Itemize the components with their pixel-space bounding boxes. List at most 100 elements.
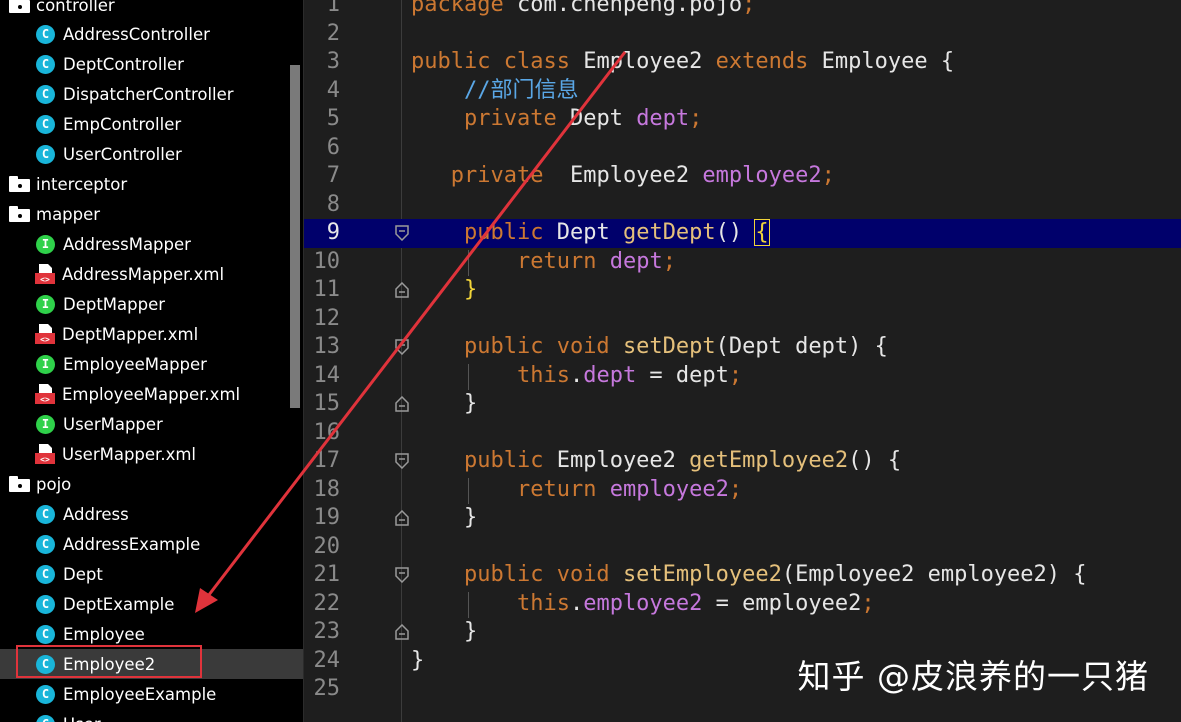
line-number: 19 [313,505,341,530]
code-line[interactable]: 9 public Dept getDept() { [304,219,1181,248]
code-line[interactable]: 3 public class Employee2 extends Employee… [304,48,1181,77]
code-text: public class Employee2 extends Employee … [411,49,955,74]
tree-file[interactable]: C EmployeeExample [0,679,303,709]
tree-item-label: UserController [63,144,182,164]
class-icon: C [36,504,55,524]
tree-file[interactable]: <> DeptMapper.xml [0,319,303,349]
line-number: 8 [326,191,340,217]
code-text: public Employee2 getEmployee2() { [463,448,902,473]
code-line[interactable]: 7 private Employee2 employee2; [304,162,1181,191]
class-icon: C [36,24,55,44]
line-number: 2 [326,20,340,46]
code-line[interactable]: 1 package com.chenpeng.pojo; [304,0,1181,20]
line-number: 25 [313,676,341,701]
tree-item-label: interceptor [36,174,128,194]
code-line[interactable]: 20 [304,533,1181,562]
fold-collapse-icon[interactable] [395,453,409,469]
code-line[interactable]: 8 [304,191,1181,220]
svg-text:<>: <> [40,275,50,284]
code-line[interactable]: 23 } [304,618,1181,647]
tree-file[interactable]: I AddressMapper [0,229,303,259]
code-line[interactable]: 10 return dept; [304,248,1181,277]
code-line[interactable]: 15 } [304,390,1181,419]
code-line[interactable]: 14 this.dept = dept; [304,362,1181,391]
code-text: public void setDept(Dept dept) { [463,334,888,359]
code-line[interactable]: 2 [304,20,1181,49]
line-number: 9 [326,220,340,245]
code-text: //部门信息 [463,77,579,103]
tree-folder[interactable]: interceptor [0,169,303,199]
fold-end-icon[interactable] [395,282,409,298]
interface-icon: I [36,294,55,314]
code-line[interactable]: 13 public void setDept(Dept dept) { [304,333,1181,362]
tree-file[interactable]: <> UserMapper.xml [0,439,303,469]
fold-collapse-icon[interactable] [395,567,409,583]
fold-end-icon[interactable] [395,510,409,526]
line-number: 6 [326,134,340,160]
line-number: 4 [326,77,340,103]
fold-collapse-icon[interactable] [395,339,409,355]
tree-file[interactable]: C Dept [0,559,303,589]
class-icon: C [36,84,55,104]
fold-collapse-icon[interactable] [395,225,409,241]
code-text: package com.chenpeng.pojo; [411,0,756,17]
tree-item-label: EmployeeMapper [63,354,207,374]
tree-file[interactable]: C Address [0,499,303,529]
xml-file-icon: <> [34,263,56,285]
code-text: } [463,277,478,302]
code-text: return employee2; [516,476,743,502]
code-line[interactable]: 6 [304,134,1181,163]
tree-file[interactable]: I EmployeeMapper [0,349,303,379]
tree-folder[interactable]: controller [0,0,303,20]
code-line[interactable]: 5 private Dept dept; [304,105,1181,134]
class-icon: C [36,714,55,722]
tree-file[interactable]: <> EmployeeMapper.xml [0,379,303,409]
tree-file[interactable]: C EmpController [0,109,303,139]
fold-end-icon[interactable] [395,396,409,412]
tree-file[interactable]: C UserController [0,139,303,169]
tree-item-label: Dept [63,564,103,584]
code-line[interactable]: 11 } [304,276,1181,305]
code-editor[interactable]: 1 package com.chenpeng.pojo; 2 3 public clas… [304,0,1181,722]
class-icon: C [36,594,55,614]
fold-end-icon[interactable] [395,624,409,640]
interface-icon: I [36,414,55,434]
tree-file[interactable]: I UserMapper [0,409,303,439]
xml-file-icon: <> [34,443,56,465]
tree-file[interactable]: C User [0,709,303,722]
tree-file[interactable]: C DispatcherController [0,79,303,109]
indent-guide [468,591,469,618]
tree-folder[interactable]: pojo [0,469,303,499]
tree-item-label: pojo [36,474,72,494]
code-text: this.employee2 = employee2; [516,590,875,616]
line-number: 14 [313,362,341,388]
code-line[interactable]: 17 public Employee2 getEmployee2() { [304,447,1181,476]
line-number: 5 [326,106,340,131]
code-line[interactable]: 18 return employee2; [304,476,1181,505]
tree-item-label: DeptController [63,54,184,74]
tree-file[interactable]: C DeptController [0,49,303,79]
tree-file[interactable]: C AddressExample [0,529,303,559]
tree-item-label: DeptMapper [63,294,166,314]
code-text: } [411,391,478,416]
tree-folder[interactable]: mapper [0,199,303,229]
code-line[interactable]: 4 //部门信息 [304,77,1181,106]
tree-file[interactable]: C AddressController [0,19,303,49]
code-line[interactable]: 16 [304,419,1181,448]
code-line[interactable]: 21 public void setEmployee2(Employee2 em… [304,561,1181,590]
code-text: } [411,647,425,673]
tree-file[interactable]: <> AddressMapper.xml [0,259,303,289]
line-number: 23 [313,619,341,644]
tree-file[interactable]: C DeptExample [0,589,303,619]
scrollbar-thumb[interactable] [290,65,300,408]
tree-file[interactable]: I DeptMapper [0,289,303,319]
code-line[interactable]: 19 } [304,504,1181,533]
code-text: this.dept = dept; [516,362,743,388]
code-line[interactable]: 12 [304,305,1181,334]
code-line[interactable]: 22 this.employee2 = employee2; [304,590,1181,619]
line-number: 13 [313,334,341,359]
folder-icon [9,476,31,492]
code-text: } [411,619,478,644]
line-number: 20 [313,533,341,559]
tree-item-label: AddressMapper [63,234,191,254]
